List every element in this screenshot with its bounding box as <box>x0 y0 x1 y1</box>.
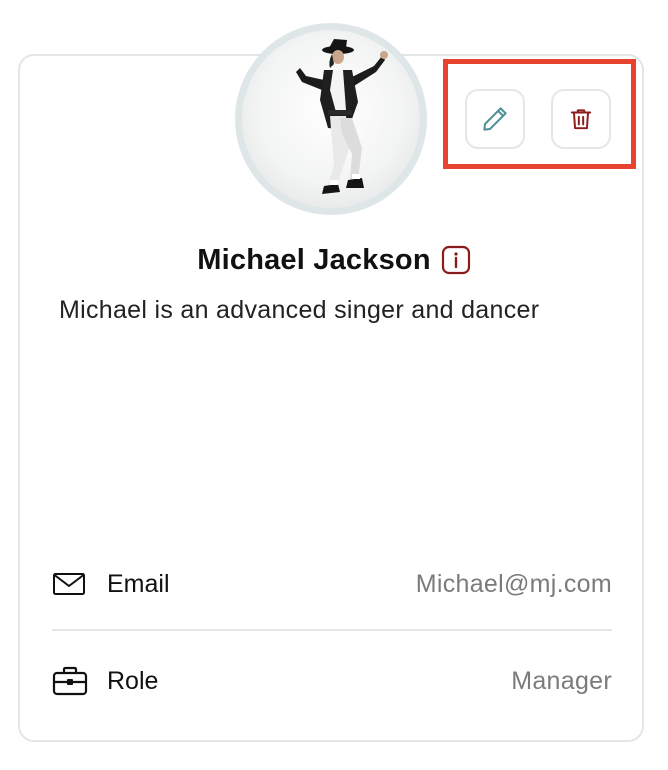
role-value: Manager <box>511 666 612 695</box>
dancer-figure <box>296 39 388 194</box>
mail-icon <box>52 566 88 602</box>
edit-button[interactable] <box>465 89 525 149</box>
role-row: Role Manager <box>52 661 612 701</box>
profile-page: Michael Jackson Michael is an advanced s… <box>0 0 668 770</box>
field-divider <box>52 629 612 631</box>
info-icon-glyph <box>441 245 470 275</box>
email-label: Email <box>107 569 170 598</box>
delete-button[interactable] <box>551 89 611 149</box>
pencil-icon <box>483 107 507 131</box>
email-row: Email Michael@mj.com <box>52 564 612 604</box>
profile-description: Michael is an advanced singer and dancer <box>59 296 540 324</box>
briefcase-icon <box>52 663 88 699</box>
email-value: Michael@mj.com <box>415 569 612 598</box>
profile-name: Michael Jackson <box>197 243 431 276</box>
profile-avatar <box>235 23 427 215</box>
trash-icon <box>570 109 592 130</box>
profile-name-row: Michael Jackson <box>0 238 668 282</box>
info-icon[interactable] <box>441 245 471 275</box>
role-label: Role <box>107 666 159 695</box>
